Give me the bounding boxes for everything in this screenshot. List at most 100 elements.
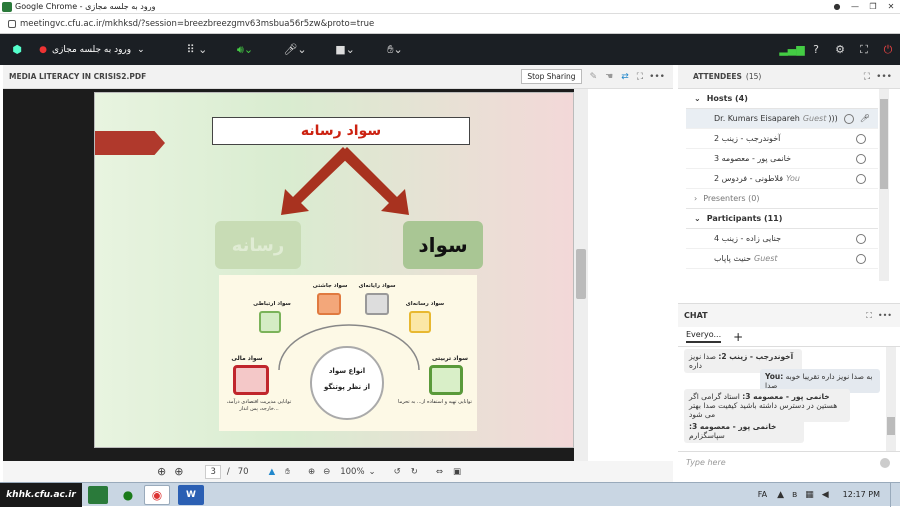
signal-icon: ▂▄▆ — [779, 43, 805, 56]
chat-scrollbar[interactable] — [886, 347, 896, 451]
tray-arrow-icon[interactable]: ▲ — [777, 490, 784, 500]
literacy-item-label: سواد ارتباطی — [253, 301, 291, 307]
media-box: رسانه — [215, 221, 301, 269]
fit-width-icon[interactable]: ⇔ — [436, 467, 443, 477]
attendee-row[interactable]: Dr. Kumars Eisapareh Guest ))) 🎤︎ — [686, 109, 878, 129]
connect-app-icon[interactable] — [88, 485, 108, 504]
minimize-button[interactable]: — — [846, 0, 864, 13]
hand-icon[interactable]: ✋︎ — [285, 467, 290, 477]
chevron-down-icon: ⌄ — [137, 44, 145, 55]
address-bar[interactable]: meetingvc.cfu.ac.ir/mkhksd/?session=bree… — [0, 14, 900, 34]
green-dot-icon[interactable]: ● — [116, 486, 140, 504]
attendee-name: آخوندرجب - زینب 2 — [714, 134, 781, 143]
raise-hand-button[interactable]: ✋︎⌄ — [370, 34, 420, 65]
communication-icon — [259, 311, 281, 333]
attendee-row[interactable]: آخوندرجب - زینب 2 — [686, 129, 878, 149]
show-desktop-button[interactable] — [890, 482, 900, 507]
maximize-pod-icon[interactable]: ⛶ — [637, 72, 643, 82]
zoom-dropdown-icon[interactable]: ⌄ — [369, 467, 376, 477]
hand-tool-icon[interactable]: ☚ — [605, 72, 613, 82]
settings-icon[interactable]: ⚙ — [828, 34, 852, 65]
zoom-out-icon[interactable]: ⊖ — [323, 467, 330, 477]
literacy-types-infographic: انواع سواد از نظر پوتنگو سواد جاشتی سواد… — [219, 275, 477, 431]
volume-icon[interactable]: ◀ — [822, 490, 829, 500]
chat-tab-everyone[interactable]: Everyo... — [686, 330, 722, 343]
hosts-section[interactable]: ⌄ Hosts (4) — [686, 89, 878, 109]
page-separator: / — [226, 466, 230, 477]
presenters-label: Presenters (0) — [703, 194, 760, 203]
document-nav-bar: ⊕ ⊕ 3 / 70 ▲ ✋︎ ⊕ ⊖ 100% ⌄ ↺ ↻ ⇔ ▣ — [3, 461, 673, 482]
attendees-options-icon[interactable]: ••• — [876, 72, 892, 82]
attendee-row[interactable]: حنیث پاپاب Guest — [686, 249, 878, 269]
restore-button[interactable]: ❐ — [864, 0, 882, 13]
close-window-button[interactable]: ✕ — [882, 0, 900, 13]
chat-header: CHAT ⛶ ••• — [678, 303, 900, 327]
attendees-header: ATTENDEES (15) ⛶ ••• — [678, 65, 900, 89]
zoom-in-icon[interactable]: ⊕ — [308, 467, 315, 477]
chat-input[interactable]: Type here — [686, 458, 726, 467]
language-indicator[interactable]: FA — [758, 490, 767, 499]
clock[interactable]: 12:17 PM — [843, 490, 880, 499]
hosts-label: Hosts (4) — [706, 94, 748, 103]
globe-icon — [856, 253, 866, 264]
presenters-section[interactable]: › Presenters (0) — [686, 189, 878, 209]
red-arrow-banner — [95, 131, 165, 155]
chat-message: خانمی پور - معصومه 3: استاد گرامی اگر هس… — [684, 389, 850, 422]
help-icon[interactable]: ? — [804, 34, 828, 65]
record-icon[interactable]: ● — [34, 34, 52, 65]
next-page-icon[interactable]: ⊕ — [174, 465, 183, 478]
layouts-button[interactable]: ⠿ ⌄ — [174, 34, 220, 65]
center-bottom-text: از نظر پوتنگو — [323, 383, 371, 391]
attendee-name: خانمی پور - معصومه 3 — [714, 154, 792, 163]
slide-title: سواد رسانه — [212, 117, 470, 145]
meeting-menu[interactable]: ورود به جلسه مجازی ⌄ — [52, 34, 162, 65]
chat-messages: آخوندرجب - زینب 2: صدا نویز داره You: به… — [678, 347, 900, 451]
bluetooth-icon[interactable]: ʙ — [792, 490, 797, 500]
microphone-button[interactable]: 🎤︎⌄ — [270, 34, 320, 65]
maximize-chat-icon[interactable]: ⛶ — [866, 311, 872, 321]
chat-tabs: Everyo... + — [678, 327, 900, 347]
meeting-toolbar: ⬢ ● ورود به جلسه مجازی ⌄ ⠿ ⌄ 🔊︎⌄ 🎤︎⌄ ■⌄ … — [0, 34, 900, 65]
stop-sharing-button[interactable]: Stop Sharing — [521, 69, 582, 84]
add-chat-tab-button[interactable]: + — [733, 330, 743, 344]
education-icon — [429, 365, 463, 395]
rotate-right-icon[interactable]: ↻ — [411, 467, 418, 477]
speaker-button[interactable]: 🔊︎⌄ — [220, 34, 270, 65]
power-icon[interactable]: ⏻ — [876, 34, 900, 65]
chat-options-icon[interactable] — [880, 457, 890, 468]
attendee-row[interactable]: جنایی زاده - زینب 4 — [686, 229, 878, 249]
network-icon[interactable]: ▦ — [805, 490, 814, 500]
maximize-attendees-icon[interactable]: ⛶ — [864, 72, 870, 82]
fullscreen-icon[interactable]: ⛶ — [852, 34, 876, 65]
attendee-row[interactable]: خانمی پور - معصومه 3 — [686, 149, 878, 169]
document-scrollbar[interactable] — [574, 89, 588, 461]
scrollbar-thumb[interactable] — [880, 99, 888, 189]
chat-options-icon[interactable]: ••• — [878, 311, 892, 320]
literacy-item-label: سواد رایانه‌ای — [358, 283, 396, 289]
microphone-icon: 🎤︎ — [859, 114, 870, 123]
attendee-name: جنایی زاده - زینب 4 — [714, 234, 782, 243]
user-icon[interactable]: ● — [828, 0, 846, 13]
app-icon — [2, 1, 12, 12]
word-icon[interactable]: W — [178, 484, 204, 505]
pencil-icon[interactable]: ✎ — [590, 72, 598, 82]
participants-label: Participants (11) — [706, 214, 783, 223]
attendees-scrollbar[interactable] — [879, 89, 889, 281]
fit-page-icon[interactable]: ▣ — [453, 467, 461, 477]
camera-button[interactable]: ■⌄ — [320, 34, 370, 65]
rotate-left-icon[interactable]: ↺ — [394, 467, 401, 477]
pointer-icon[interactable]: ▲ — [269, 467, 276, 477]
page-input[interactable]: 3 — [205, 464, 221, 479]
zoom-level[interactable]: 100% — [340, 467, 364, 477]
chat-message: خانمی پور - معصومه 3: سپاسگزارم — [684, 419, 804, 443]
literacy-box: سواد — [403, 221, 483, 269]
sync-icon[interactable]: ⇄ — [621, 72, 629, 82]
scrollbar-thumb[interactable] — [576, 249, 586, 299]
chrome-icon[interactable]: ◉ — [144, 484, 170, 505]
globe-icon — [844, 113, 854, 124]
scrollbar-thumb[interactable] — [887, 417, 895, 435]
attendee-row[interactable]: فلاطونی - فردوس 2 You — [686, 169, 878, 189]
pod-options-icon[interactable]: ••• — [649, 72, 665, 82]
participants-section[interactable]: ⌄ Participants (11) — [686, 209, 878, 229]
prev-page-icon[interactable]: ⊕ — [157, 465, 166, 478]
